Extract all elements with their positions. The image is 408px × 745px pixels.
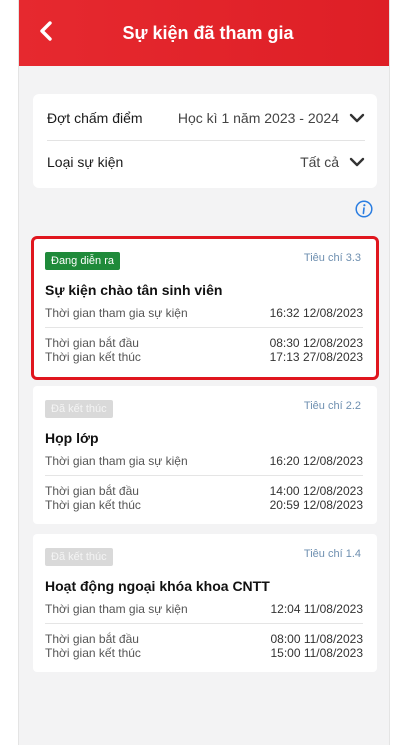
status-badge: Đã kết thúc (45, 400, 113, 418)
app-header: Sự kiện đã tham gia (19, 0, 389, 66)
start-time-row: Thời gian bắt đầu 14:00 12/08/2023 (45, 484, 363, 498)
start-time-value: 14:00 12/08/2023 (269, 484, 363, 498)
period-filter[interactable]: Đợt chấm điểm Học kì 1 năm 2023 - 2024 (47, 98, 365, 138)
event-name: Họp lớp (45, 430, 99, 446)
type-filter[interactable]: Loại sự kiện Tất cả (47, 142, 365, 182)
join-time-label: Thời gian tham gia sự kiện (45, 454, 188, 468)
period-value: Học kì 1 năm 2023 - 2024 (177, 110, 339, 126)
join-time-label: Thời gian tham gia sự kiện (45, 602, 188, 616)
end-time-row: Thời gian kết thúc 20:59 12/08/2023 (45, 498, 363, 512)
start-time-label: Thời gian bắt đầu (45, 484, 139, 498)
divider (45, 623, 363, 624)
type-label: Loại sự kiện (47, 154, 124, 170)
start-time-row: Thời gian bắt đầu 08:00 11/08/2023 (45, 632, 363, 646)
status-badge: Đang diễn ra (45, 252, 120, 270)
join-time-value: 16:20 12/08/2023 (269, 454, 363, 468)
event-card[interactable]: Đã kết thúc Tiêu chí 1.4 Hoạt động ngoại… (33, 534, 377, 672)
start-time-label: Thời gian bắt đầu (45, 632, 139, 646)
period-label: Đợt chấm điểm (47, 110, 143, 126)
chevron-down-icon (349, 113, 365, 123)
event-name: Hoạt động ngoại khóa khoa CNTT (45, 578, 270, 594)
app-frame: Sự kiện đã tham gia Đợt chấm điểm Học kì… (18, 0, 390, 745)
divider (45, 327, 363, 328)
info-icon (355, 199, 373, 223)
join-time-row: Thời gian tham gia sự kiện 12:04 11/08/2… (45, 602, 363, 616)
event-card[interactable]: Đang diễn ra Tiêu chí 3.3 Sự kiện chào t… (31, 236, 379, 380)
criteria-label: Tiêu chí 3.3 (303, 252, 361, 264)
join-time-value: 16:32 12/08/2023 (269, 306, 363, 320)
end-time-row: Thời gian kết thúc 15:00 11/08/2023 (45, 646, 363, 660)
end-time-value: 17:13 27/08/2023 (269, 350, 363, 364)
status-badge: Đã kết thúc (45, 548, 113, 566)
start-time-value: 08:30 12/08/2023 (269, 336, 363, 350)
end-time-value: 15:00 11/08/2023 (270, 646, 363, 660)
end-time-value: 20:59 12/08/2023 (269, 498, 363, 512)
divider (47, 140, 365, 141)
back-button[interactable] (33, 20, 59, 46)
criteria-label: Tiêu chí 2.2 (303, 400, 361, 412)
divider (45, 475, 363, 476)
criteria-label: Tiêu chí 1.4 (303, 548, 361, 560)
join-time-row: Thời gian tham gia sự kiện 16:32 12/08/2… (45, 306, 363, 320)
start-time-label: Thời gian bắt đầu (45, 336, 139, 350)
type-value: Tất cả (300, 154, 339, 170)
period-dropdown[interactable]: Học kì 1 năm 2023 - 2024 (178, 110, 365, 126)
end-time-label: Thời gian kết thúc (45, 646, 141, 660)
join-time-value: 12:04 11/08/2023 (270, 602, 363, 616)
chevron-left-icon (39, 20, 53, 46)
join-time-label: Thời gian tham gia sự kiện (45, 306, 188, 320)
start-time-row: Thời gian bắt đầu 08:30 12/08/2023 (45, 336, 363, 350)
chevron-down-icon (349, 157, 365, 167)
page-title: Sự kiện đã tham gia (122, 22, 294, 43)
end-time-row: Thời gian kết thúc 17:13 27/08/2023 (45, 350, 363, 364)
end-time-label: Thời gian kết thúc (45, 498, 141, 512)
event-name: Sự kiện chào tân sinh viên (45, 282, 223, 298)
filter-card: Đợt chấm điểm Học kì 1 năm 2023 - 2024 L… (33, 94, 377, 188)
info-button[interactable] (355, 199, 373, 223)
event-card[interactable]: Đã kết thúc Tiêu chí 2.2 Họp lớp Thời gi… (33, 386, 377, 524)
end-time-label: Thời gian kết thúc (45, 350, 141, 364)
type-dropdown[interactable]: Tất cả (300, 154, 365, 170)
join-time-row: Thời gian tham gia sự kiện 16:20 12/08/2… (45, 454, 363, 468)
start-time-value: 08:00 11/08/2023 (270, 632, 363, 646)
